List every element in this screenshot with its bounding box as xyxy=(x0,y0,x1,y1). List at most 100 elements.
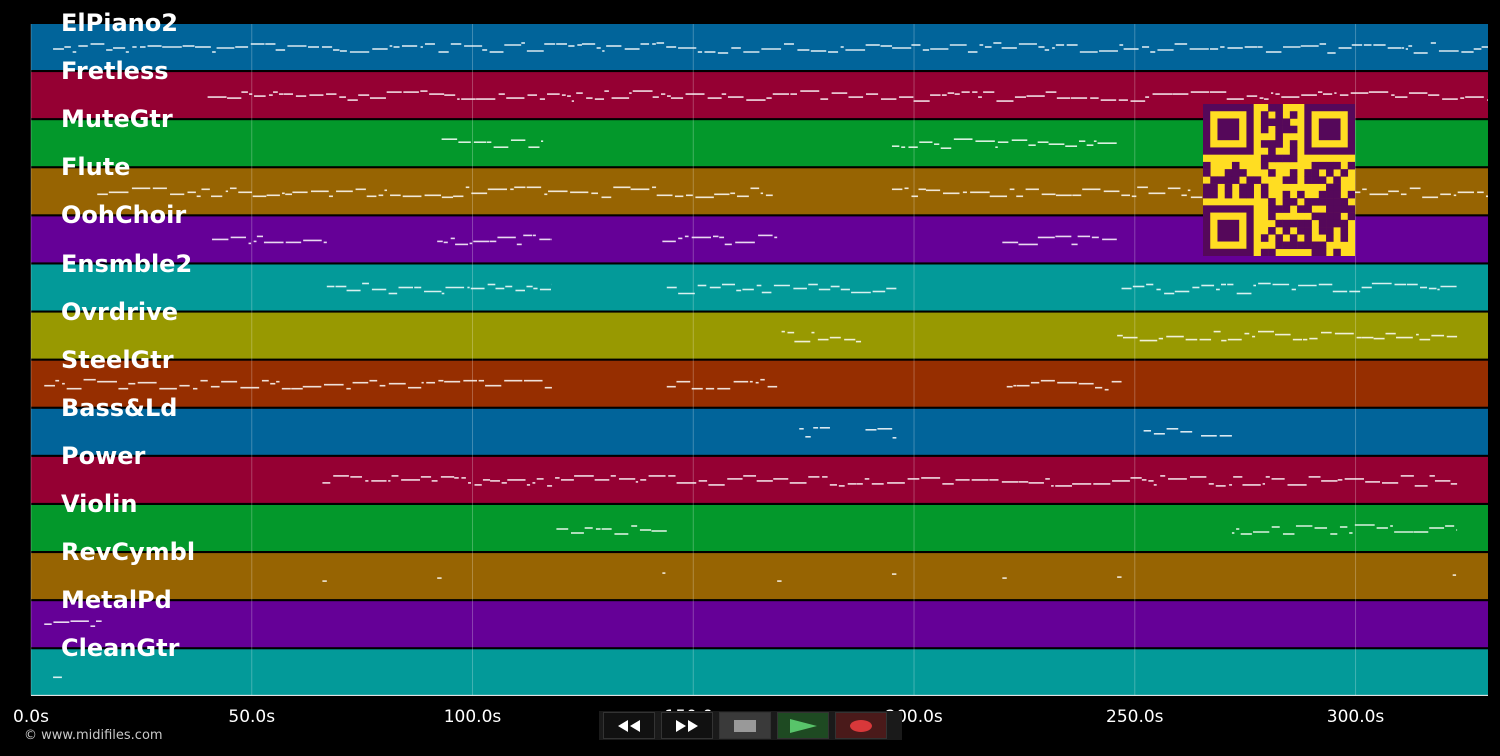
qr-module xyxy=(1268,169,1276,177)
qr-module xyxy=(1282,241,1291,250)
qr-module xyxy=(1340,169,1349,177)
qr-module xyxy=(1231,161,1240,170)
qr-module xyxy=(1210,190,1218,199)
qr-module xyxy=(1304,176,1312,184)
qr-module xyxy=(1224,190,1233,199)
track-lane[interactable] xyxy=(31,312,1488,359)
qr-module xyxy=(1275,132,1283,141)
tick-label: 50.0s xyxy=(228,707,276,727)
qr-module xyxy=(1260,154,1269,163)
qr-module xyxy=(1282,227,1291,235)
qr-module xyxy=(1326,198,1334,206)
stop-button[interactable] xyxy=(719,712,771,739)
rewind-button[interactable] xyxy=(603,712,655,739)
qr-module xyxy=(1340,219,1349,228)
qr-module xyxy=(1275,104,1283,112)
track-label: SteelGtr xyxy=(61,345,174,374)
qr-module xyxy=(1239,183,1247,192)
qr-module xyxy=(1203,183,1211,192)
qr-module xyxy=(1333,205,1341,213)
track-label: ElPiano2 xyxy=(61,9,178,37)
qr-module xyxy=(1289,140,1298,148)
fast-forward-icon xyxy=(676,719,698,732)
qr-module xyxy=(1268,140,1276,148)
qr-module xyxy=(1224,176,1233,184)
track-label: Violin xyxy=(61,490,138,518)
play-icon xyxy=(790,718,817,733)
qr-module xyxy=(1326,190,1334,199)
qr-module xyxy=(1318,190,1327,199)
track-label: Ovrdrive xyxy=(61,297,179,326)
tick-label: 0.0s xyxy=(13,707,49,727)
qr-finder-center xyxy=(1217,118,1240,141)
qr-module xyxy=(1268,227,1276,235)
qr-module xyxy=(1311,212,1320,221)
qr-module xyxy=(1246,176,1254,184)
qr-module xyxy=(1347,212,1356,221)
qr-module xyxy=(1275,111,1283,119)
track-label: OohChoir xyxy=(61,201,187,230)
qr-module xyxy=(1282,125,1291,134)
qr-module xyxy=(1210,183,1218,192)
qr-module xyxy=(1311,248,1320,257)
transport-controls xyxy=(599,711,902,740)
qr-module xyxy=(1224,183,1233,192)
tick-label: 100.0s xyxy=(443,707,502,727)
qr-module xyxy=(1318,161,1327,170)
track-lane[interactable] xyxy=(31,456,1488,503)
qr-module xyxy=(1282,219,1291,228)
qr-module xyxy=(1260,140,1269,148)
qr-module xyxy=(1326,183,1334,192)
qr-module xyxy=(1304,205,1312,213)
qr-module xyxy=(1304,234,1312,242)
qr-module xyxy=(1340,227,1349,235)
qr-module xyxy=(1347,161,1356,170)
record-button[interactable] xyxy=(835,712,887,739)
qr-module xyxy=(1253,176,1262,184)
qr-module xyxy=(1260,161,1269,170)
qr-module xyxy=(1340,205,1349,213)
track-lane[interactable] xyxy=(31,553,1488,600)
qr-module xyxy=(1282,118,1291,127)
qr-module xyxy=(1260,248,1269,257)
qr-module xyxy=(1333,176,1341,184)
track-label: Ensmble2 xyxy=(61,249,193,278)
track-lane[interactable] xyxy=(31,649,1488,696)
track-label: Bass&Ld xyxy=(61,393,178,422)
qr-module xyxy=(1304,227,1312,235)
track-lane[interactable] xyxy=(31,601,1488,648)
qr-module xyxy=(1289,169,1298,177)
track-lane[interactable] xyxy=(31,24,1488,70)
qr-module xyxy=(1289,154,1298,163)
play-button[interactable] xyxy=(777,712,829,739)
qr-module xyxy=(1231,169,1240,177)
fast-forward-button[interactable] xyxy=(661,712,713,739)
qr-module xyxy=(1210,176,1218,184)
qr-module xyxy=(1289,125,1298,134)
qr-module xyxy=(1333,161,1341,170)
qr-module xyxy=(1289,147,1298,155)
qr-module xyxy=(1318,198,1327,206)
track-lane[interactable] xyxy=(31,505,1488,551)
qr-module xyxy=(1326,205,1334,213)
qr-module xyxy=(1239,190,1247,199)
qr-module xyxy=(1311,169,1320,177)
qr-module xyxy=(1326,219,1334,228)
qr-module xyxy=(1275,140,1283,148)
qr-module xyxy=(1297,219,1305,228)
track-label: MetalPd xyxy=(61,586,172,615)
track-lane[interactable] xyxy=(31,360,1488,407)
qr-module xyxy=(1304,241,1312,250)
qr-module xyxy=(1260,118,1269,127)
track-lane[interactable] xyxy=(31,408,1488,455)
qr-module xyxy=(1297,190,1305,199)
qr-module xyxy=(1268,212,1276,221)
qr-module xyxy=(1282,176,1291,184)
track-label: Fretless xyxy=(61,57,169,86)
qr-module xyxy=(1311,241,1320,250)
qr-finder-center xyxy=(1217,219,1240,242)
qr-module xyxy=(1268,198,1276,206)
qr-module xyxy=(1239,169,1247,177)
qr-module xyxy=(1318,241,1327,250)
track-lane[interactable] xyxy=(31,264,1488,311)
